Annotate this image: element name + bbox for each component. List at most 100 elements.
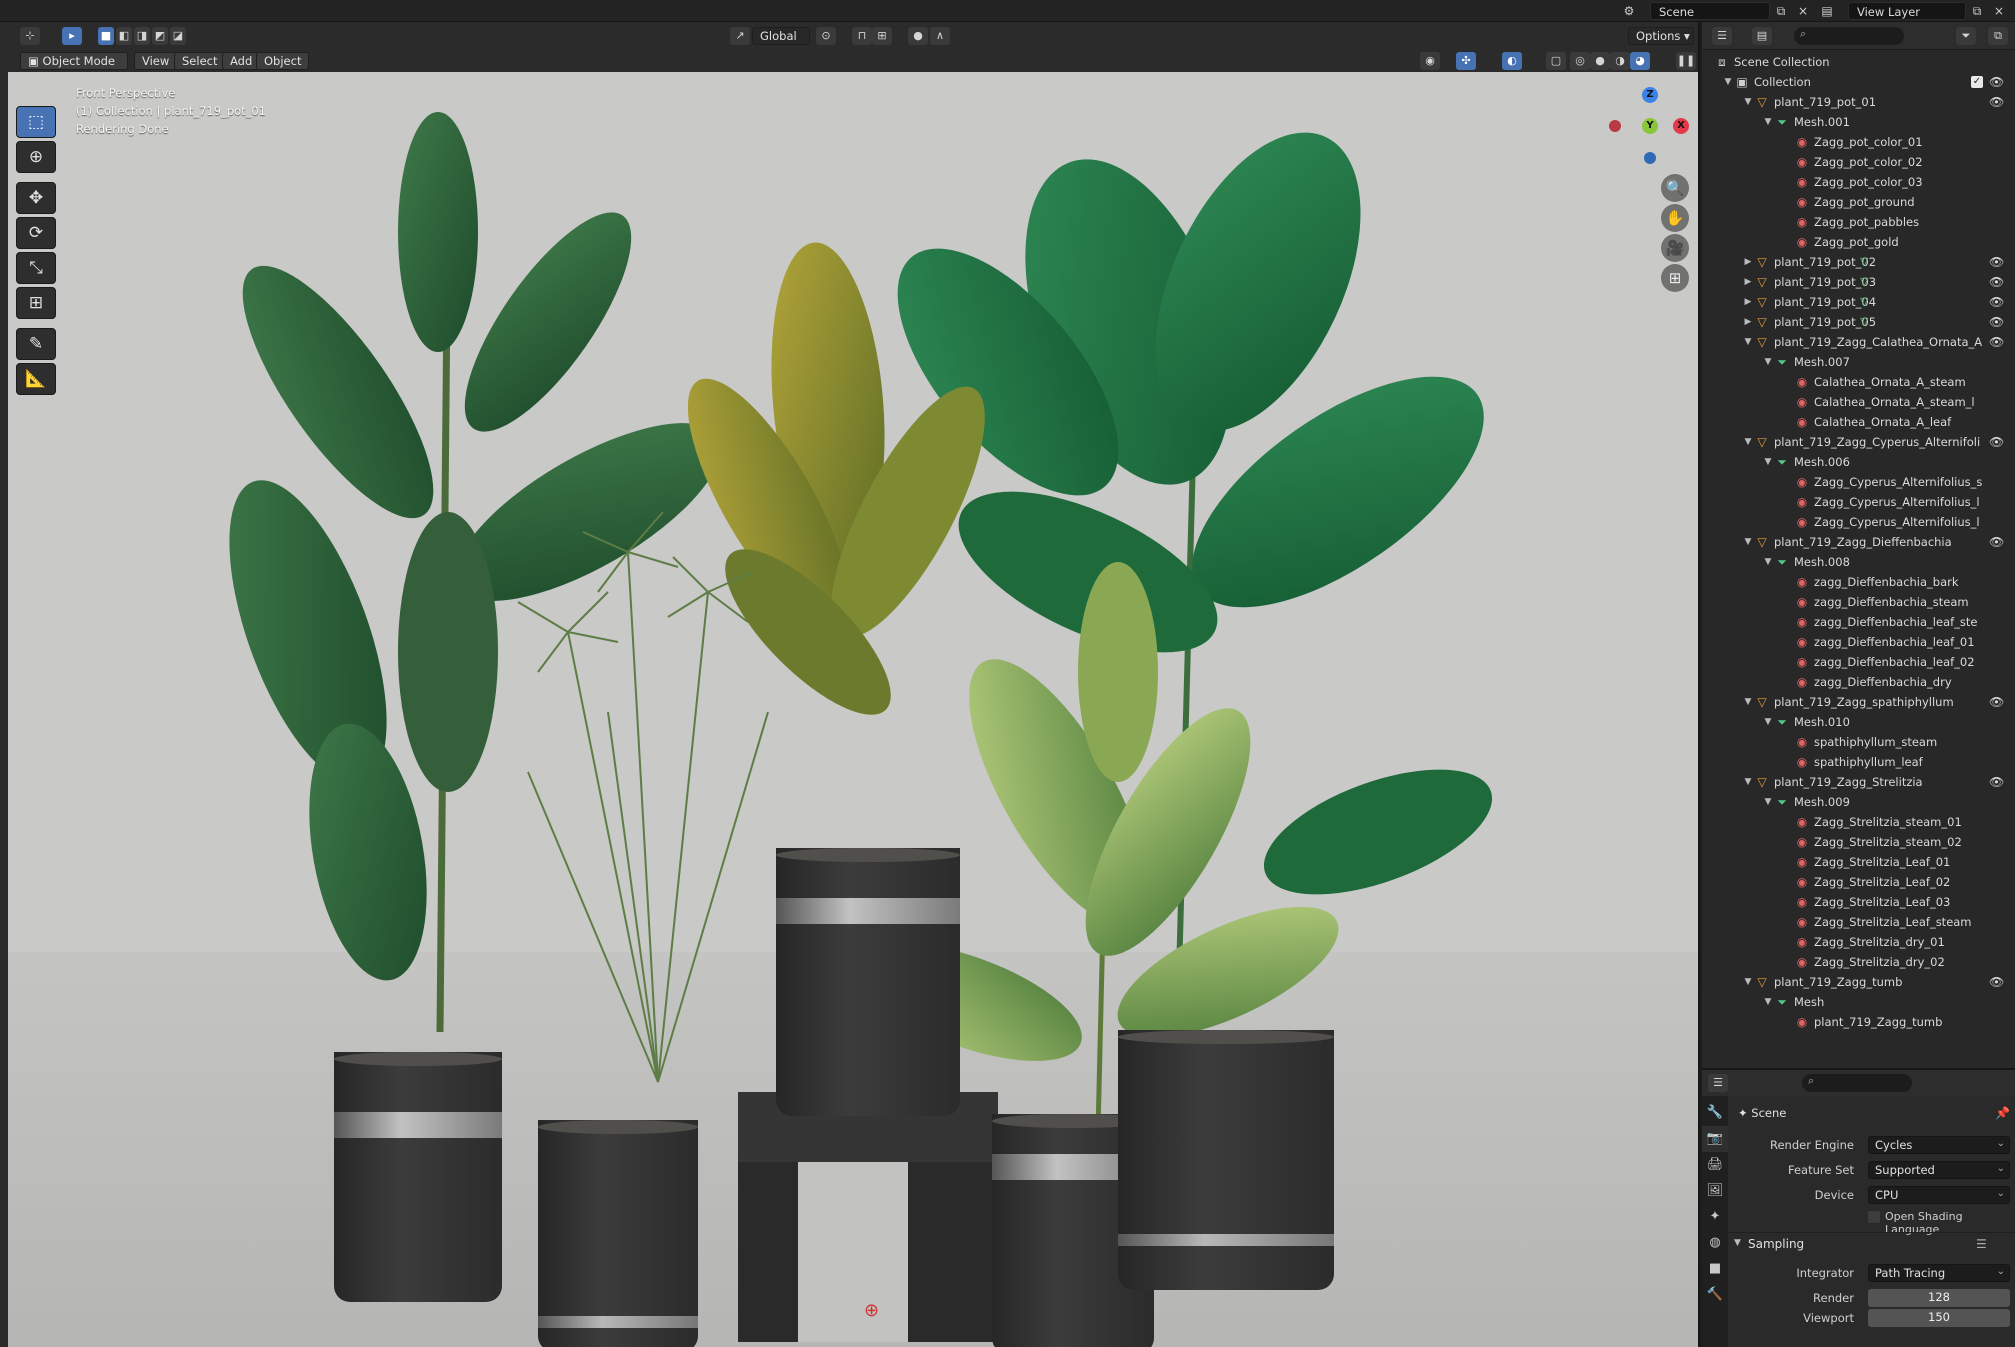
proportional-edit-icon[interactable]: ● — [908, 27, 928, 45]
expand-down-icon[interactable]: ▼ — [1742, 532, 1754, 552]
outliner-row-material[interactable]: ◉ Zagg_Strelitzia_Leaf_01 — [1702, 852, 2015, 872]
outliner-row-mesh[interactable]: ▼ ⏷ Mesh.007 — [1702, 352, 2015, 372]
outliner-row-material[interactable]: ◉ Zagg_Strelitzia_steam_01 — [1702, 812, 2015, 832]
eye-icon[interactable]: 👁 — [1989, 432, 2004, 452]
outliner-row-material[interactable]: ◉ Zagg_Cyperus_Alternifolius_l — [1702, 512, 2015, 532]
outliner-row-mesh[interactable]: ▼ ⏷ Mesh.010 — [1702, 712, 2015, 732]
outliner-row-material[interactable]: ◉ zagg_Dieffenbachia_leaf_01 — [1702, 632, 2015, 652]
eye-icon[interactable]: 👁 — [1989, 532, 2004, 552]
outliner-row-material[interactable]: ◉ Calathea_Ornata_A_steam — [1702, 372, 2015, 392]
expand-down-icon[interactable]: ▼ — [1762, 992, 1774, 1012]
material-shading-icon[interactable]: ◑ — [1610, 52, 1630, 70]
close-scene-icon[interactable]: × — [1794, 3, 1812, 19]
3d-viewport[interactable]: ⊹ ▸ ■ ◧ ◨ ◩ ◪ ↗ Global ⊙ ⊓ ⊞ ● ∧ Options… — [0, 22, 1700, 1347]
outliner-row-mesh[interactable]: ▼ ⏷ Mesh.008 — [1702, 552, 2015, 572]
expand-down-icon[interactable]: ▼ — [1742, 432, 1754, 452]
cursor-tool-icon[interactable]: ⊕ — [16, 141, 56, 173]
select-menu[interactable]: Select — [174, 52, 226, 70]
scale-tool-icon[interactable]: ⤡ — [16, 252, 56, 284]
select-mode-extend-icon[interactable]: ◧ — [116, 27, 132, 45]
eye-icon[interactable]: 👁 — [1989, 252, 2004, 272]
options-dropdown[interactable]: Options ▾ — [1628, 27, 1694, 45]
eye-icon[interactable]: 👁 — [1989, 692, 2004, 712]
gizmo-x[interactable]: X — [1673, 118, 1689, 134]
display-mode-icon[interactable]: ▤ — [1752, 27, 1772, 45]
viewport-samples-field[interactable]: 150 — [1868, 1309, 2010, 1327]
outliner-row-material[interactable]: ◉ zagg_Dieffenbachia_dry — [1702, 672, 2015, 692]
expand-right-icon[interactable]: ▶ — [1742, 312, 1754, 332]
tool-tab-icon[interactable]: 🔧 — [1702, 1100, 1728, 1126]
rendered-shading-icon[interactable]: ◕ — [1630, 52, 1650, 70]
ortho-grid-icon[interactable]: ⊞ — [1661, 264, 1689, 292]
outliner-row-object[interactable]: ▼ ▽ plant_719_Zagg_Calathea_Ornata_A 👁 — [1702, 332, 2015, 352]
xray-icon[interactable]: ▢ — [1546, 52, 1566, 70]
new-scene-icon[interactable]: ⧉ — [1772, 3, 1790, 19]
eye-icon[interactable]: 👁 — [1989, 972, 2004, 992]
outliner-row-object[interactable]: ▼ ▽ plant_719_Zagg_Cyperus_Alternifoli 👁 — [1702, 432, 2015, 452]
view-menu[interactable]: View — [134, 52, 178, 70]
move-tool-icon[interactable]: ✥ — [16, 182, 56, 214]
outliner-row-mesh[interactable]: ▼ ⏷ Mesh.009 — [1702, 792, 2015, 812]
properties-search-input[interactable]: ⌕ — [1802, 1074, 1912, 1092]
outliner-row-object[interactable]: ▼ ▽ plant_719_pot_01 👁 — [1702, 92, 2015, 112]
outliner-row-object[interactable]: ▼ ▽ plant_719_Zagg_tumb 👁 — [1702, 972, 2015, 992]
select-mode-new-icon[interactable]: ■ — [98, 27, 114, 45]
expand-down-icon[interactable]: ▼ — [1742, 972, 1754, 992]
expand-down-icon[interactable]: ▼ — [1762, 112, 1774, 132]
outliner-row-mesh[interactable]: ▼ ⏷ Mesh.006 — [1702, 452, 2015, 472]
select-mode-intersect-icon[interactable]: ◪ — [170, 27, 186, 45]
outliner-row-object[interactable]: ▶ ▽ plant_719_pot_03 ▽ 👁 — [1702, 272, 2015, 292]
expand-down-icon[interactable]: ▼ — [1742, 332, 1754, 352]
new-view-layer-icon[interactable]: ⧉ — [1968, 3, 1986, 19]
snap-icon[interactable]: ⊓ — [852, 27, 872, 45]
view-layer-tab-icon[interactable]: 🖼 — [1702, 1178, 1728, 1204]
render-samples-field[interactable]: 128 — [1868, 1289, 2010, 1307]
outliner-editor-icon[interactable]: ☰ — [1712, 27, 1732, 45]
eye-icon[interactable]: 👁 — [1989, 92, 2004, 112]
expand-down-icon[interactable]: ▼ — [1742, 692, 1754, 712]
object-tab-icon[interactable]: ■ — [1702, 1256, 1728, 1282]
outliner-row-object[interactable]: ▶ ▽ plant_719_pot_05 ▽ 👁 — [1702, 312, 2015, 332]
outliner-search-input[interactable]: ⌕ — [1794, 27, 1904, 45]
outliner-row-material[interactable]: ◉ Zagg_Strelitzia_dry_01 — [1702, 932, 2015, 952]
eye-icon[interactable]: 👁 — [1989, 72, 2004, 92]
solid-shading-icon[interactable]: ● — [1590, 52, 1610, 70]
gizmo-toggle-icon[interactable]: ✣ — [1456, 52, 1476, 70]
expand-right-icon[interactable]: ▶ — [1742, 272, 1754, 292]
mesh-data-icon[interactable]: ▽ — [1860, 292, 1868, 312]
outliner-row-material[interactable]: ◉ Zagg_Strelitzia_Leaf_03 — [1702, 892, 2015, 912]
sampling-panel-header[interactable]: ▼ Sampling ☰ — [1728, 1232, 2015, 1256]
outliner-row-material[interactable]: ◉ zagg_Dieffenbachia_leaf_02 — [1702, 652, 2015, 672]
select-box-icon[interactable]: ▸ — [62, 27, 82, 45]
eye-icon[interactable]: 👁 — [1989, 312, 2004, 332]
integrator-dropdown[interactable]: Path Tracing ⌄ — [1868, 1264, 2010, 1282]
device-dropdown[interactable]: CPU ⌄ — [1868, 1186, 2010, 1204]
falloff-icon[interactable]: ∧ — [930, 27, 950, 45]
scene-tab-icon[interactable]: ✦ — [1702, 1204, 1728, 1230]
render-view[interactable]: ⊕ — [8, 72, 1698, 1347]
outliner-row-material[interactable]: ◉ Calathea_Ornata_A_steam_l — [1702, 392, 2015, 412]
object-menu[interactable]: Object — [256, 52, 310, 70]
outliner-row-material[interactable]: ◉ Zagg_Strelitzia_steam_02 — [1702, 832, 2015, 852]
eye-icon[interactable]: 👁 — [1989, 272, 2004, 292]
outliner-row-material[interactable]: ◉ Zagg_pot_color_02 — [1702, 152, 2015, 172]
expand-down-icon[interactable]: ▼ — [1762, 352, 1774, 372]
mesh-data-icon[interactable]: ▽ — [1860, 312, 1868, 332]
mesh-data-icon[interactable]: ▽ — [1860, 272, 1868, 292]
outliner-row-scene[interactable]: ⧈ Scene Collection — [1702, 52, 2015, 72]
mesh-data-icon[interactable]: ▽ — [1860, 252, 1868, 272]
outliner-row-material[interactable]: ◉ Zagg_pot_pabbles — [1702, 212, 2015, 232]
select-mode-subtract-icon[interactable]: ◨ — [134, 27, 150, 45]
exclude-checkbox[interactable]: ✓ — [1971, 76, 1983, 88]
view-layer-selector[interactable]: View Layer — [1848, 2, 1966, 20]
outliner-row-material[interactable]: ◉ Zagg_pot_color_01 — [1702, 132, 2015, 152]
add-menu[interactable]: Add — [222, 52, 261, 70]
outliner-row-object[interactable]: ▶ ▽ plant_719_pot_04 ▽ 👁 — [1702, 292, 2015, 312]
output-tab-icon[interactable]: 🖨 — [1702, 1152, 1728, 1178]
outliner-row-object[interactable]: ▶ ▽ plant_719_pot_02 ▽ 👁 — [1702, 252, 2015, 272]
outliner-row-material[interactable]: ◉ zagg_Dieffenbachia_steam — [1702, 592, 2015, 612]
expand-down-icon[interactable]: ▼ — [1762, 452, 1774, 472]
outliner-row-material[interactable]: ◉ zagg_Dieffenbachia_bark — [1702, 572, 2015, 592]
expand-down-icon[interactable]: ▼ — [1742, 92, 1754, 112]
outliner-row-material[interactable]: ◉ Zagg_Strelitzia_Leaf_steam — [1702, 912, 2015, 932]
